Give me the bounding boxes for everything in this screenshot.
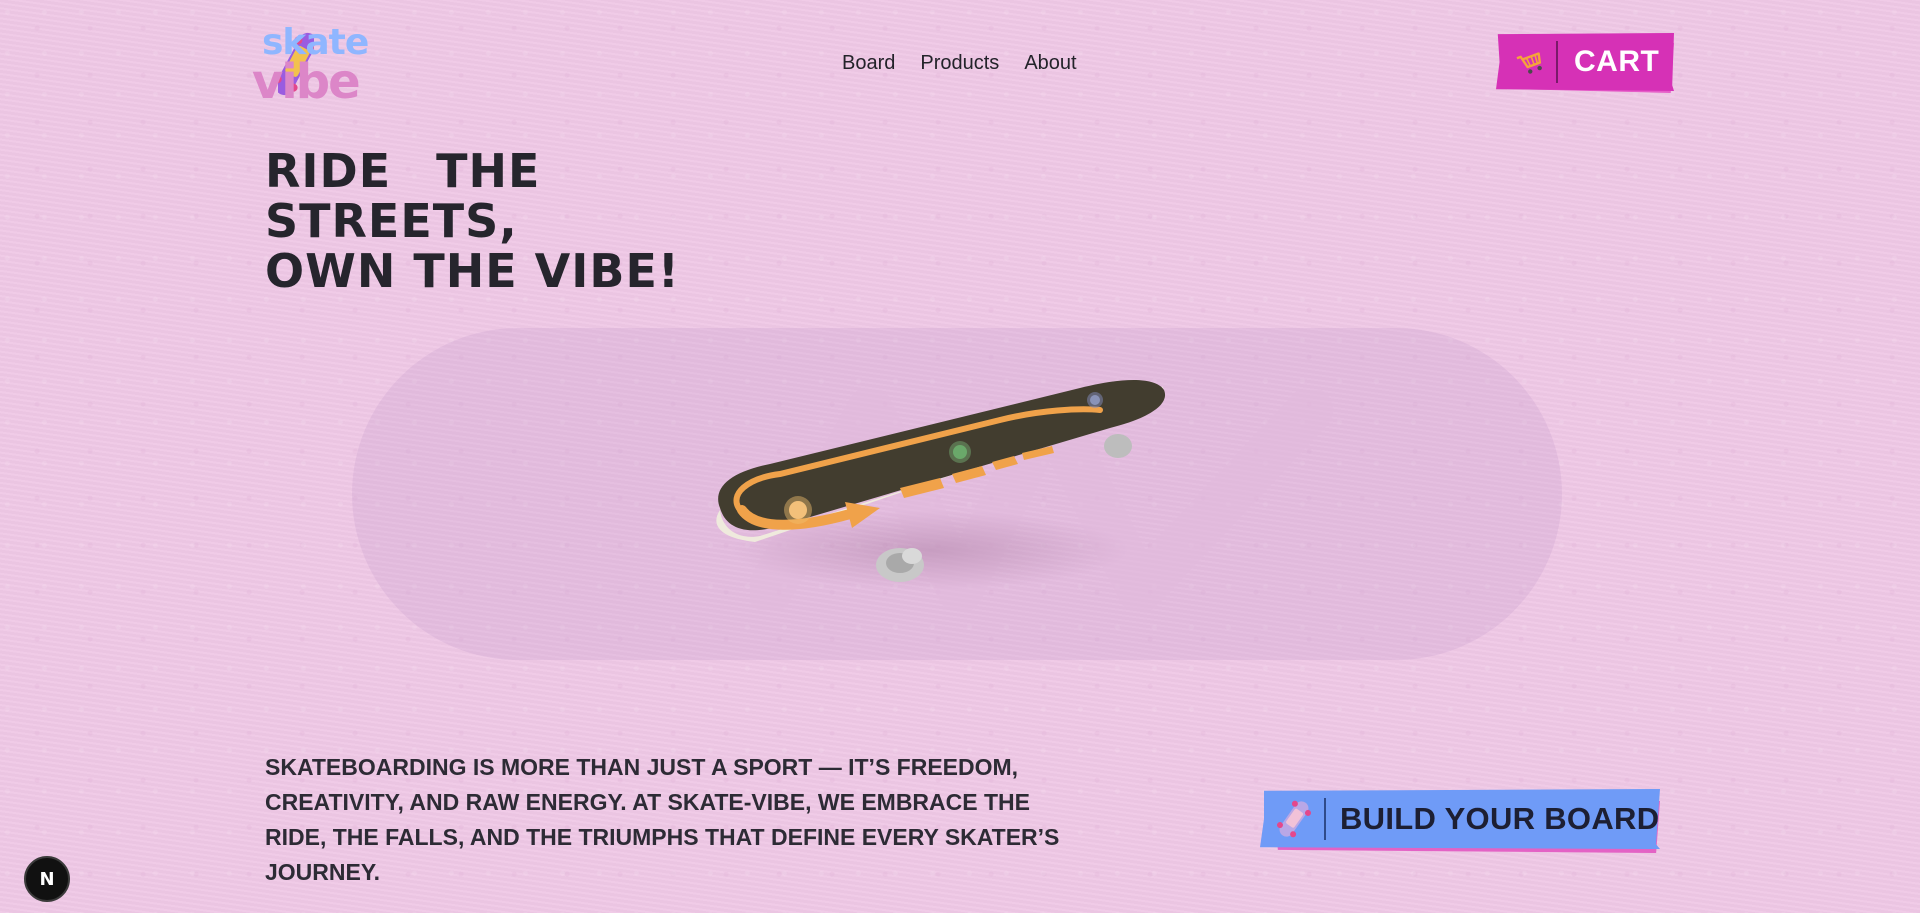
build-your-board-button[interactable]: BUILD YOUR BOARD [1260,789,1660,849]
cart-button-wrapper: CART [1496,33,1676,99]
nav-link-about[interactable]: About [1024,52,1076,75]
skateboard-3d [716,380,1166,590]
nav-link-products[interactable]: Products [920,52,999,75]
nextjs-icon: N [39,868,55,890]
skateboard-icon [1276,800,1312,838]
hero-heading: RIDE THE STREETS, OWN THE VIBE! [265,146,825,296]
tagline-text: SKATEBOARDING IS MORE THAN JUST A SPORT … [265,754,1060,885]
build-button-label: BUILD YOUR BOARD [1340,801,1660,836]
nav-link-board[interactable]: Board [842,52,895,75]
hero-heading-line-1: RIDE THE STREETS, [265,144,541,248]
cart-label: CART [1574,45,1660,78]
nextjs-dev-indicator[interactable]: N [24,856,70,902]
logo-text-bottom: vibe [252,54,361,110]
build-button-divider [1324,798,1326,840]
cart-divider [1556,41,1558,83]
shopping-cart-icon [1512,44,1548,80]
build-button-wrapper: BUILD YOUR BOARD [1260,789,1664,859]
main-nav: Board Products About [842,52,1077,75]
site-logo[interactable]: skate vibe [252,22,374,110]
hero-heading-line-2: OWN THE VIBE! [265,244,680,298]
cart-button[interactable]: CART [1496,33,1674,91]
